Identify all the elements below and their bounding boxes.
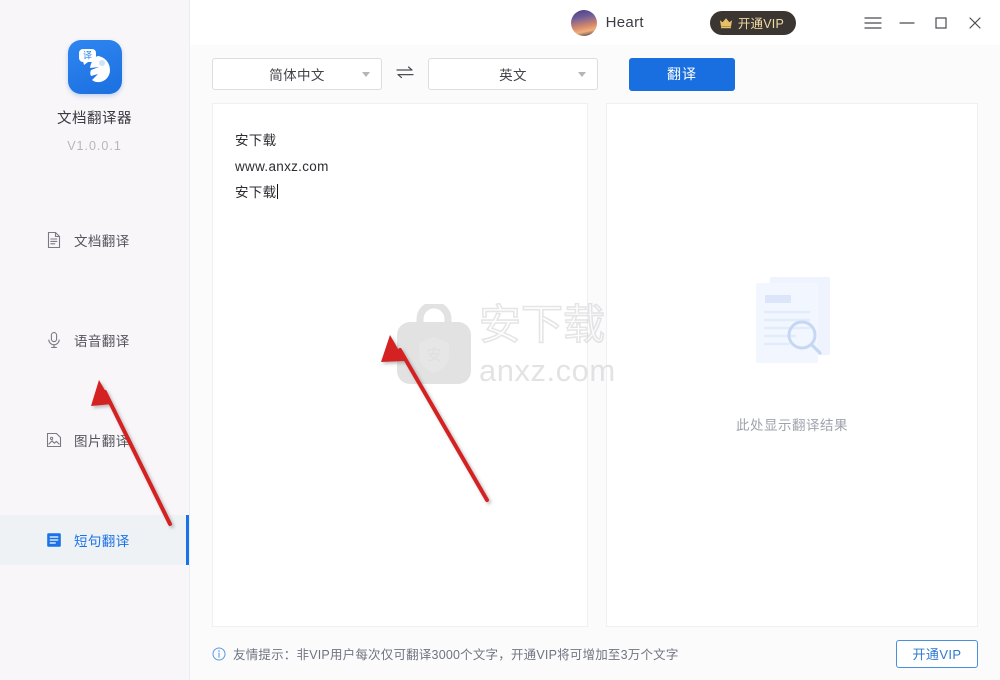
source-text-panel[interactable]: 安下载 www.anxz.com 安下载 — [212, 103, 588, 627]
editor-line: 安下载 — [235, 133, 277, 148]
sidebar-item-label: 图片翻译 — [74, 434, 130, 449]
brand-block: 译 文档翻译器 V1.0.0.1 — [0, 0, 189, 153]
result-placeholder-block: 此处显示翻译结果 — [736, 271, 848, 434]
document-search-illustration — [740, 276, 844, 387]
avatar[interactable] — [570, 9, 597, 36]
sidebar-item-document-translate[interactable]: 文档翻译 — [0, 215, 189, 265]
open-vip-label: 开通VIP — [737, 17, 784, 31]
sidebar: 译 文档翻译器 V1.0.0.1 文档翻译 语音翻译 图片翻译 短句翻译 — [0, 0, 190, 680]
image-icon — [44, 431, 63, 450]
swap-arrows-icon — [395, 65, 415, 84]
app-version: V1.0.0.1 — [67, 139, 122, 153]
target-language-value: 英文 — [499, 68, 527, 83]
open-vip-button[interactable]: 开通VIP — [709, 10, 796, 35]
sidebar-item-label: 短句翻译 — [74, 534, 130, 549]
titlebar: Heart 开通VIP — [190, 0, 1000, 45]
editor-line: www.anxz.com — [235, 159, 329, 174]
tip-text: 友情提示：非VIP用户每次仅可翻译3000个文字，开通VIP将可增加至3万个文字 — [233, 648, 679, 662]
source-language-value: 简体中文 — [269, 68, 325, 83]
language-toolbar: 简体中文 英文 翻译 — [190, 45, 1000, 103]
result-panel: 此处显示翻译结果 — [606, 103, 978, 627]
panel-gap — [588, 103, 606, 627]
sidebar-item-label: 文档翻译 — [74, 234, 130, 249]
microphone-icon — [44, 331, 63, 350]
chevron-down-icon — [362, 72, 370, 77]
document-icon — [44, 231, 63, 250]
panels-container: 安下载 www.anxz.com 安下载 此处显示翻译结果 — [190, 103, 1000, 627]
minimize-icon[interactable] — [890, 6, 924, 40]
sidebar-nav: 文档翻译 语音翻译 图片翻译 短句翻译 — [0, 215, 189, 565]
sidebar-item-label: 语音翻译 — [74, 334, 130, 349]
sidebar-item-image-translate[interactable]: 图片翻译 — [0, 415, 189, 465]
chevron-down-icon — [578, 72, 586, 77]
hamburger-menu-icon[interactable] — [856, 6, 890, 40]
svg-text:译: 译 — [82, 51, 91, 62]
open-vip-footer-label: 开通VIP — [912, 647, 962, 662]
close-icon[interactable] — [958, 6, 992, 40]
translate-button-label: 翻译 — [667, 66, 697, 82]
open-vip-footer-button[interactable]: 开通VIP — [896, 639, 978, 668]
maximize-icon[interactable] — [924, 6, 958, 40]
username-label: Heart — [605, 14, 644, 31]
sidebar-item-voice-translate[interactable]: 语音翻译 — [0, 315, 189, 365]
source-textarea[interactable]: 安下载 www.anxz.com 安下载 — [213, 104, 587, 230]
editor-line-with-caret: 安下载 — [235, 180, 565, 206]
app-window: 译 文档翻译器 V1.0.0.1 文档翻译 语音翻译 图片翻译 短句翻译 Hea… — [0, 0, 1000, 680]
tip-block: 友情提示：非VIP用户每次仅可翻译3000个文字，开通VIP将可增加至3万个文字 — [212, 644, 679, 663]
brand-name: 文档翻译器 — [57, 111, 132, 127]
sidebar-item-phrase-translate[interactable]: 短句翻译 — [0, 515, 189, 565]
swap-languages-button[interactable] — [382, 65, 428, 84]
app-logo-icon: 译 — [67, 40, 122, 94]
editor-line-text: 安下载 — [235, 185, 277, 200]
text-cursor — [277, 184, 279, 199]
main-area: Heart 开通VIP 简体中文 英文 翻译 安下载 www.anxz.com … — [190, 0, 1000, 680]
crown-icon — [719, 17, 733, 29]
translate-button[interactable]: 翻译 — [629, 57, 735, 91]
statusbar: 友情提示：非VIP用户每次仅可翻译3000个文字，开通VIP将可增加至3万个文字… — [190, 627, 1000, 680]
result-placeholder-text: 此处显示翻译结果 — [736, 417, 848, 433]
source-language-select[interactable]: 简体中文 — [212, 58, 382, 90]
text-lines-icon — [44, 531, 63, 550]
target-language-select[interactable]: 英文 — [428, 58, 598, 90]
info-circle-icon — [212, 647, 226, 661]
